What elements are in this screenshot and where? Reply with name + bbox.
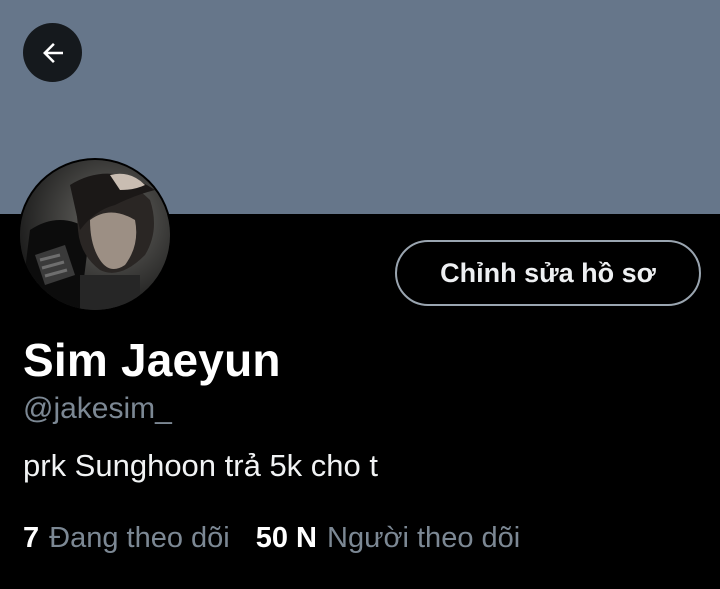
edit-profile-button[interactable]: Chỉnh sửa hồ sơ [395,240,701,306]
following-label: Đang theo dõi [49,522,230,554]
profile-handle: @jakesim_ [23,392,172,425]
following-count: 7 [23,522,40,554]
avatar[interactable] [20,160,170,310]
followers-link[interactable]: 50 N Người theo dõi [256,522,520,555]
followers-count: 50 N [255,522,317,554]
profile-bio: prk Sunghoon trả 5k cho t [23,448,379,483]
profile-name: Sim Jaeyun [23,334,281,386]
back-button[interactable] [23,23,82,82]
arrow-left-icon [42,42,63,63]
followers-label: Người theo dõi [327,522,521,554]
following-link[interactable]: 7 Đang theo dõi [23,522,230,555]
avatar-photo [20,160,170,310]
follow-stats: 7 Đang theo dõi 50 N Người theo dõi [23,522,520,555]
